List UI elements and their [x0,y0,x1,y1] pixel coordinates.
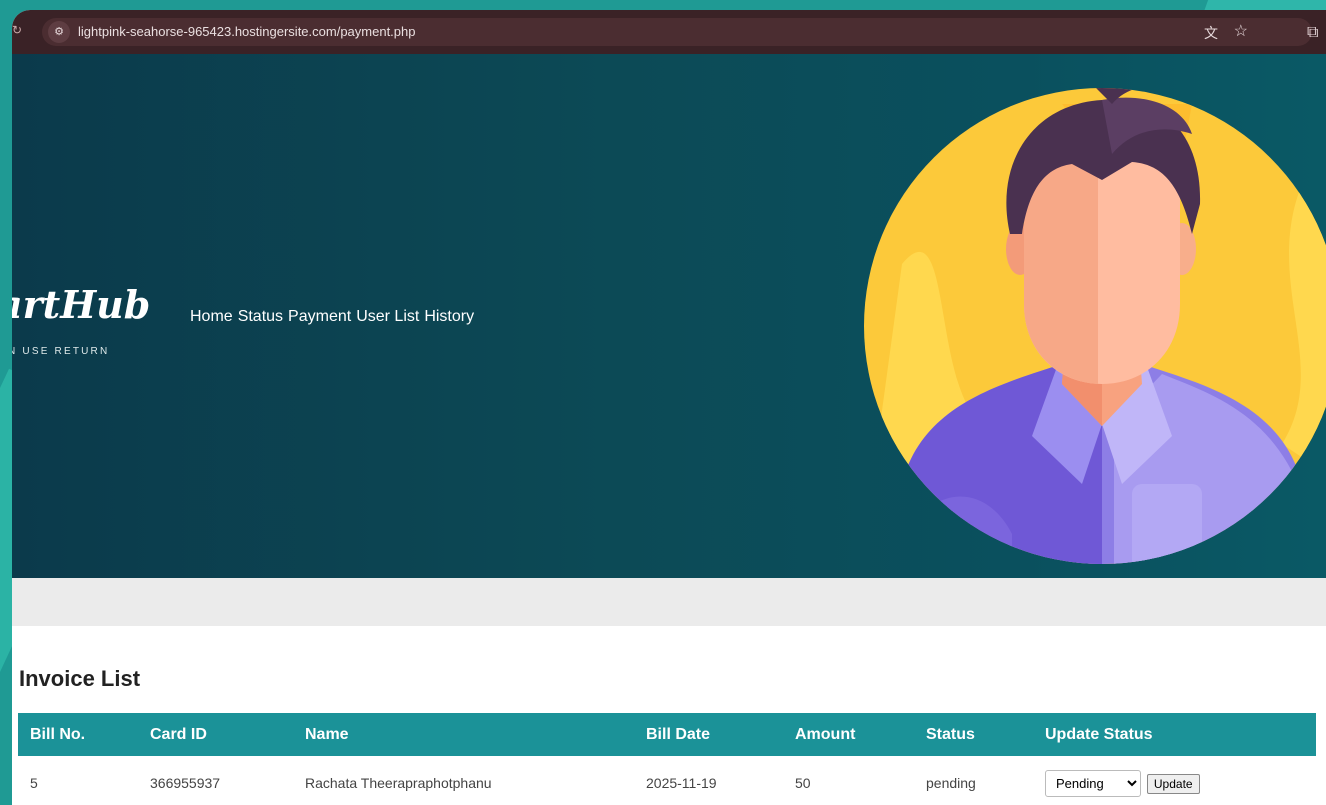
invoice-table: Bill No. Card ID Name Bill Date Amount S… [18,713,1316,805]
table-row: 5 366955937 Rachata Theerapraphotphanu 2… [18,756,1316,805]
hero-banner: artHub N USE RETURN Home Status Payment … [12,54,1326,578]
page-title: Invoice List [19,666,141,691]
cell-card-id: 366955937 [150,775,221,791]
nav-user-list[interactable]: User List [356,308,419,326]
column-header-bill-no: Bill No. [30,725,86,743]
content-divider-band [12,578,1326,626]
nav-status[interactable]: Status [238,308,283,326]
column-header-status: Status [926,725,975,743]
nav-home[interactable]: Home [190,308,233,326]
column-header-update-status: Update Status [1045,725,1153,743]
nav-payment[interactable]: Payment [288,308,351,326]
star-icon[interactable]: ☆ [1234,21,1248,41]
browser-window: ↻ ⚙ lightpink-seahorse-965423.hostingers… [12,10,1326,805]
tune-icon[interactable]: ⚙ [48,21,70,43]
column-header-bill-date: Bill Date [646,725,711,743]
column-header-card-id: Card ID [150,725,207,743]
avatar-svg [864,88,1326,564]
cell-bill-date: 2025-11-19 [646,775,717,791]
status-select[interactable]: Pending [1045,769,1141,797]
table-header-row: Bill No. Card ID Name Bill Date Amount S… [18,713,1316,756]
address-bar[interactable]: ⚙ lightpink-seahorse-965423.hostingersit… [42,18,1312,46]
site-logo[interactable]: artHub [12,282,150,327]
url-text[interactable]: lightpink-seahorse-965423.hostingersite.… [78,24,415,39]
logo-tagline: N USE RETURN [12,346,110,357]
main-nav: Home Status Payment User List History [190,308,474,326]
column-header-name: Name [305,725,349,743]
browser-toolbar: ↻ ⚙ lightpink-seahorse-965423.hostingers… [12,10,1326,54]
cell-status: pending [926,775,976,791]
translate-icon[interactable]: 文 [1204,23,1218,43]
cell-update-status: Pending Update [1033,756,1316,805]
cell-name: Rachata Theerapraphotphanu [305,775,492,791]
cell-bill-no: 5 [30,775,38,791]
user-avatar-illustration [862,64,1326,578]
reload-icon[interactable]: ↻ [12,23,22,37]
nav-history[interactable]: History [424,308,474,326]
column-header-amount: Amount [795,725,856,743]
update-button[interactable]: Update [1146,773,1200,794]
cell-amount: 50 [795,775,811,791]
extensions-icon[interactable]: ⧉ [1307,24,1318,42]
